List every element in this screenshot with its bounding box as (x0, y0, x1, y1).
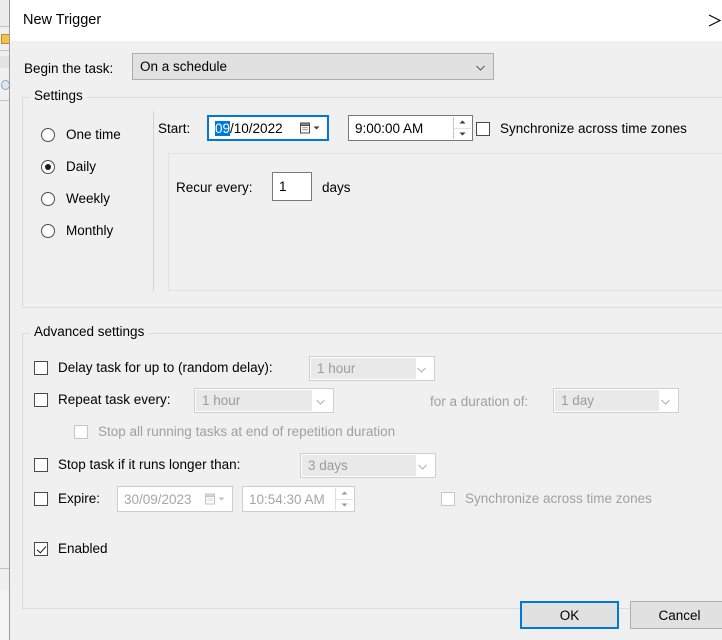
expire-date-value: 30/09/2023 (124, 491, 192, 507)
schedule-option-label: Monthly (66, 223, 114, 238)
schedule-option-label: Daily (66, 159, 97, 174)
repeat-task-value: 1 hour (202, 393, 241, 408)
start-date-rest: /10/2022 (230, 120, 283, 136)
repeat-duration-label: for a duration of: (430, 394, 529, 409)
spinner-up-button[interactable] (454, 117, 471, 129)
radio-indicator (41, 159, 55, 174)
checkbox-indicator (441, 491, 455, 506)
dialog-client-area: Begin the task: On a schedule Settings O… (10, 41, 722, 640)
radio-indicator (41, 223, 55, 238)
chevron-down-icon (661, 392, 670, 410)
recur-every-label: Recur every: (176, 180, 253, 195)
expire-time-value: 10:54:30 AM (249, 491, 325, 507)
delay-task-checkbox[interactable]: Delay task for up to (random delay): (34, 360, 273, 375)
bg-row-fragment (0, 56, 9, 68)
expire-sync-time-zones-label: Synchronize across time zones (465, 491, 652, 506)
stop-task-longer-value: 3 days (308, 458, 348, 473)
enabled-checkbox[interactable]: Enabled (34, 541, 108, 556)
spinner-up-down-icon (335, 488, 353, 510)
radio-indicator (41, 191, 55, 206)
enabled-label: Enabled (58, 541, 108, 556)
stop-task-longer-checkbox[interactable]: Stop task if it runs longer than: (34, 457, 240, 472)
bg-divider (0, 26, 9, 27)
repeat-duration-value: 1 day (561, 393, 595, 408)
repeat-task-combo[interactable]: 1 hour (194, 388, 334, 413)
begin-task-combo[interactable]: On a schedule (132, 53, 494, 80)
delay-task-label: Delay task for up to (random delay): (58, 360, 273, 375)
sync-time-zones-checkbox[interactable]: Synchronize across time zones (476, 121, 687, 136)
bg-divider (0, 50, 9, 51)
bg-divider (0, 100, 9, 101)
chevron-down-icon (316, 392, 325, 410)
expire-label: Expire: (58, 491, 101, 506)
checkbox-indicator (34, 491, 48, 506)
calendar-dropdown-icon (205, 493, 225, 505)
recurrence-panel (168, 153, 722, 291)
chevron-down-icon (476, 58, 485, 76)
bg-divider (0, 568, 9, 569)
begin-task-label: Begin the task: (24, 61, 114, 76)
ok-button[interactable]: OK (520, 601, 619, 629)
cancel-button[interactable]: Cancel (630, 601, 722, 629)
schedule-option-label: Weekly (66, 191, 111, 206)
expire-date-input: 30/09/2023 (117, 486, 233, 512)
radio-indicator (41, 127, 55, 142)
checkbox-indicator (34, 392, 48, 407)
settings-separator (153, 111, 154, 291)
chevron-down-icon (417, 360, 426, 378)
new-trigger-dialog: New Trigger Begin the task: On a schedul… (9, 0, 722, 640)
sync-time-zones-label: Synchronize across time zones (500, 121, 687, 136)
start-time-value: 9:00:00 AM (355, 120, 424, 136)
checkbox-indicator (476, 121, 490, 136)
repeat-duration-combo[interactable]: 1 day (553, 388, 679, 413)
settings-group-label: Settings (30, 88, 87, 103)
delay-task-value: 1 hour (317, 361, 356, 376)
checkbox-indicator (74, 424, 88, 439)
repeat-task-label: Repeat task every: (58, 392, 171, 407)
checkbox-indicator (34, 360, 48, 375)
advanced-settings-group-label: Advanced settings (30, 324, 149, 339)
start-date-selected-part: 09 (215, 120, 231, 136)
schedule-option-monthly[interactable]: Monthly (41, 223, 113, 238)
checkbox-indicator (34, 457, 48, 472)
stop-all-running-tasks-label: Stop all running tasks at end of repetit… (98, 424, 396, 439)
bg-footer-fragment (0, 590, 9, 640)
start-date-value: 09/10/2022 (209, 120, 283, 136)
recur-unit-label: days (322, 180, 351, 195)
stop-all-running-tasks-checkbox: Stop all running tasks at end of repetit… (74, 424, 395, 439)
stop-task-longer-combo[interactable]: 3 days (300, 453, 436, 478)
title-bar: New Trigger (10, 0, 722, 41)
chevron-down-icon (418, 457, 427, 475)
spinner-down-button[interactable] (454, 128, 471, 139)
expire-checkbox[interactable]: Expire: (34, 491, 100, 506)
calendar-dropdown-icon[interactable] (300, 122, 320, 134)
start-time-input[interactable]: 9:00:00 AM (348, 115, 473, 141)
close-icon[interactable] (691, 0, 722, 41)
start-date-input[interactable]: 09/10/2022 (207, 115, 329, 141)
recur-every-value: 1 (279, 179, 287, 194)
expire-time-input: 10:54:30 AM (242, 486, 355, 512)
spinner-up-down-icon[interactable] (453, 117, 471, 139)
delay-task-combo[interactable]: 1 hour (309, 356, 435, 381)
begin-task-value: On a schedule (140, 59, 228, 74)
checkbox-indicator (34, 541, 48, 556)
schedule-option-one-time[interactable]: One time (41, 127, 121, 142)
spinner-up-button (336, 488, 353, 500)
schedule-option-daily[interactable]: Daily (41, 159, 96, 174)
spinner-down-button (336, 499, 353, 510)
stop-task-longer-label: Stop task if it runs longer than: (58, 457, 241, 472)
recur-every-input[interactable]: 1 (272, 172, 312, 201)
start-label: Start: (158, 121, 191, 136)
schedule-option-label: One time (66, 127, 121, 142)
window-title: New Trigger (23, 12, 102, 28)
repeat-task-checkbox[interactable]: Repeat task every: (34, 392, 171, 407)
expire-sync-time-zones-checkbox: Synchronize across time zones (441, 491, 652, 506)
bg-titlebar-fragment (0, 0, 9, 26)
schedule-option-weekly[interactable]: Weekly (41, 191, 110, 206)
